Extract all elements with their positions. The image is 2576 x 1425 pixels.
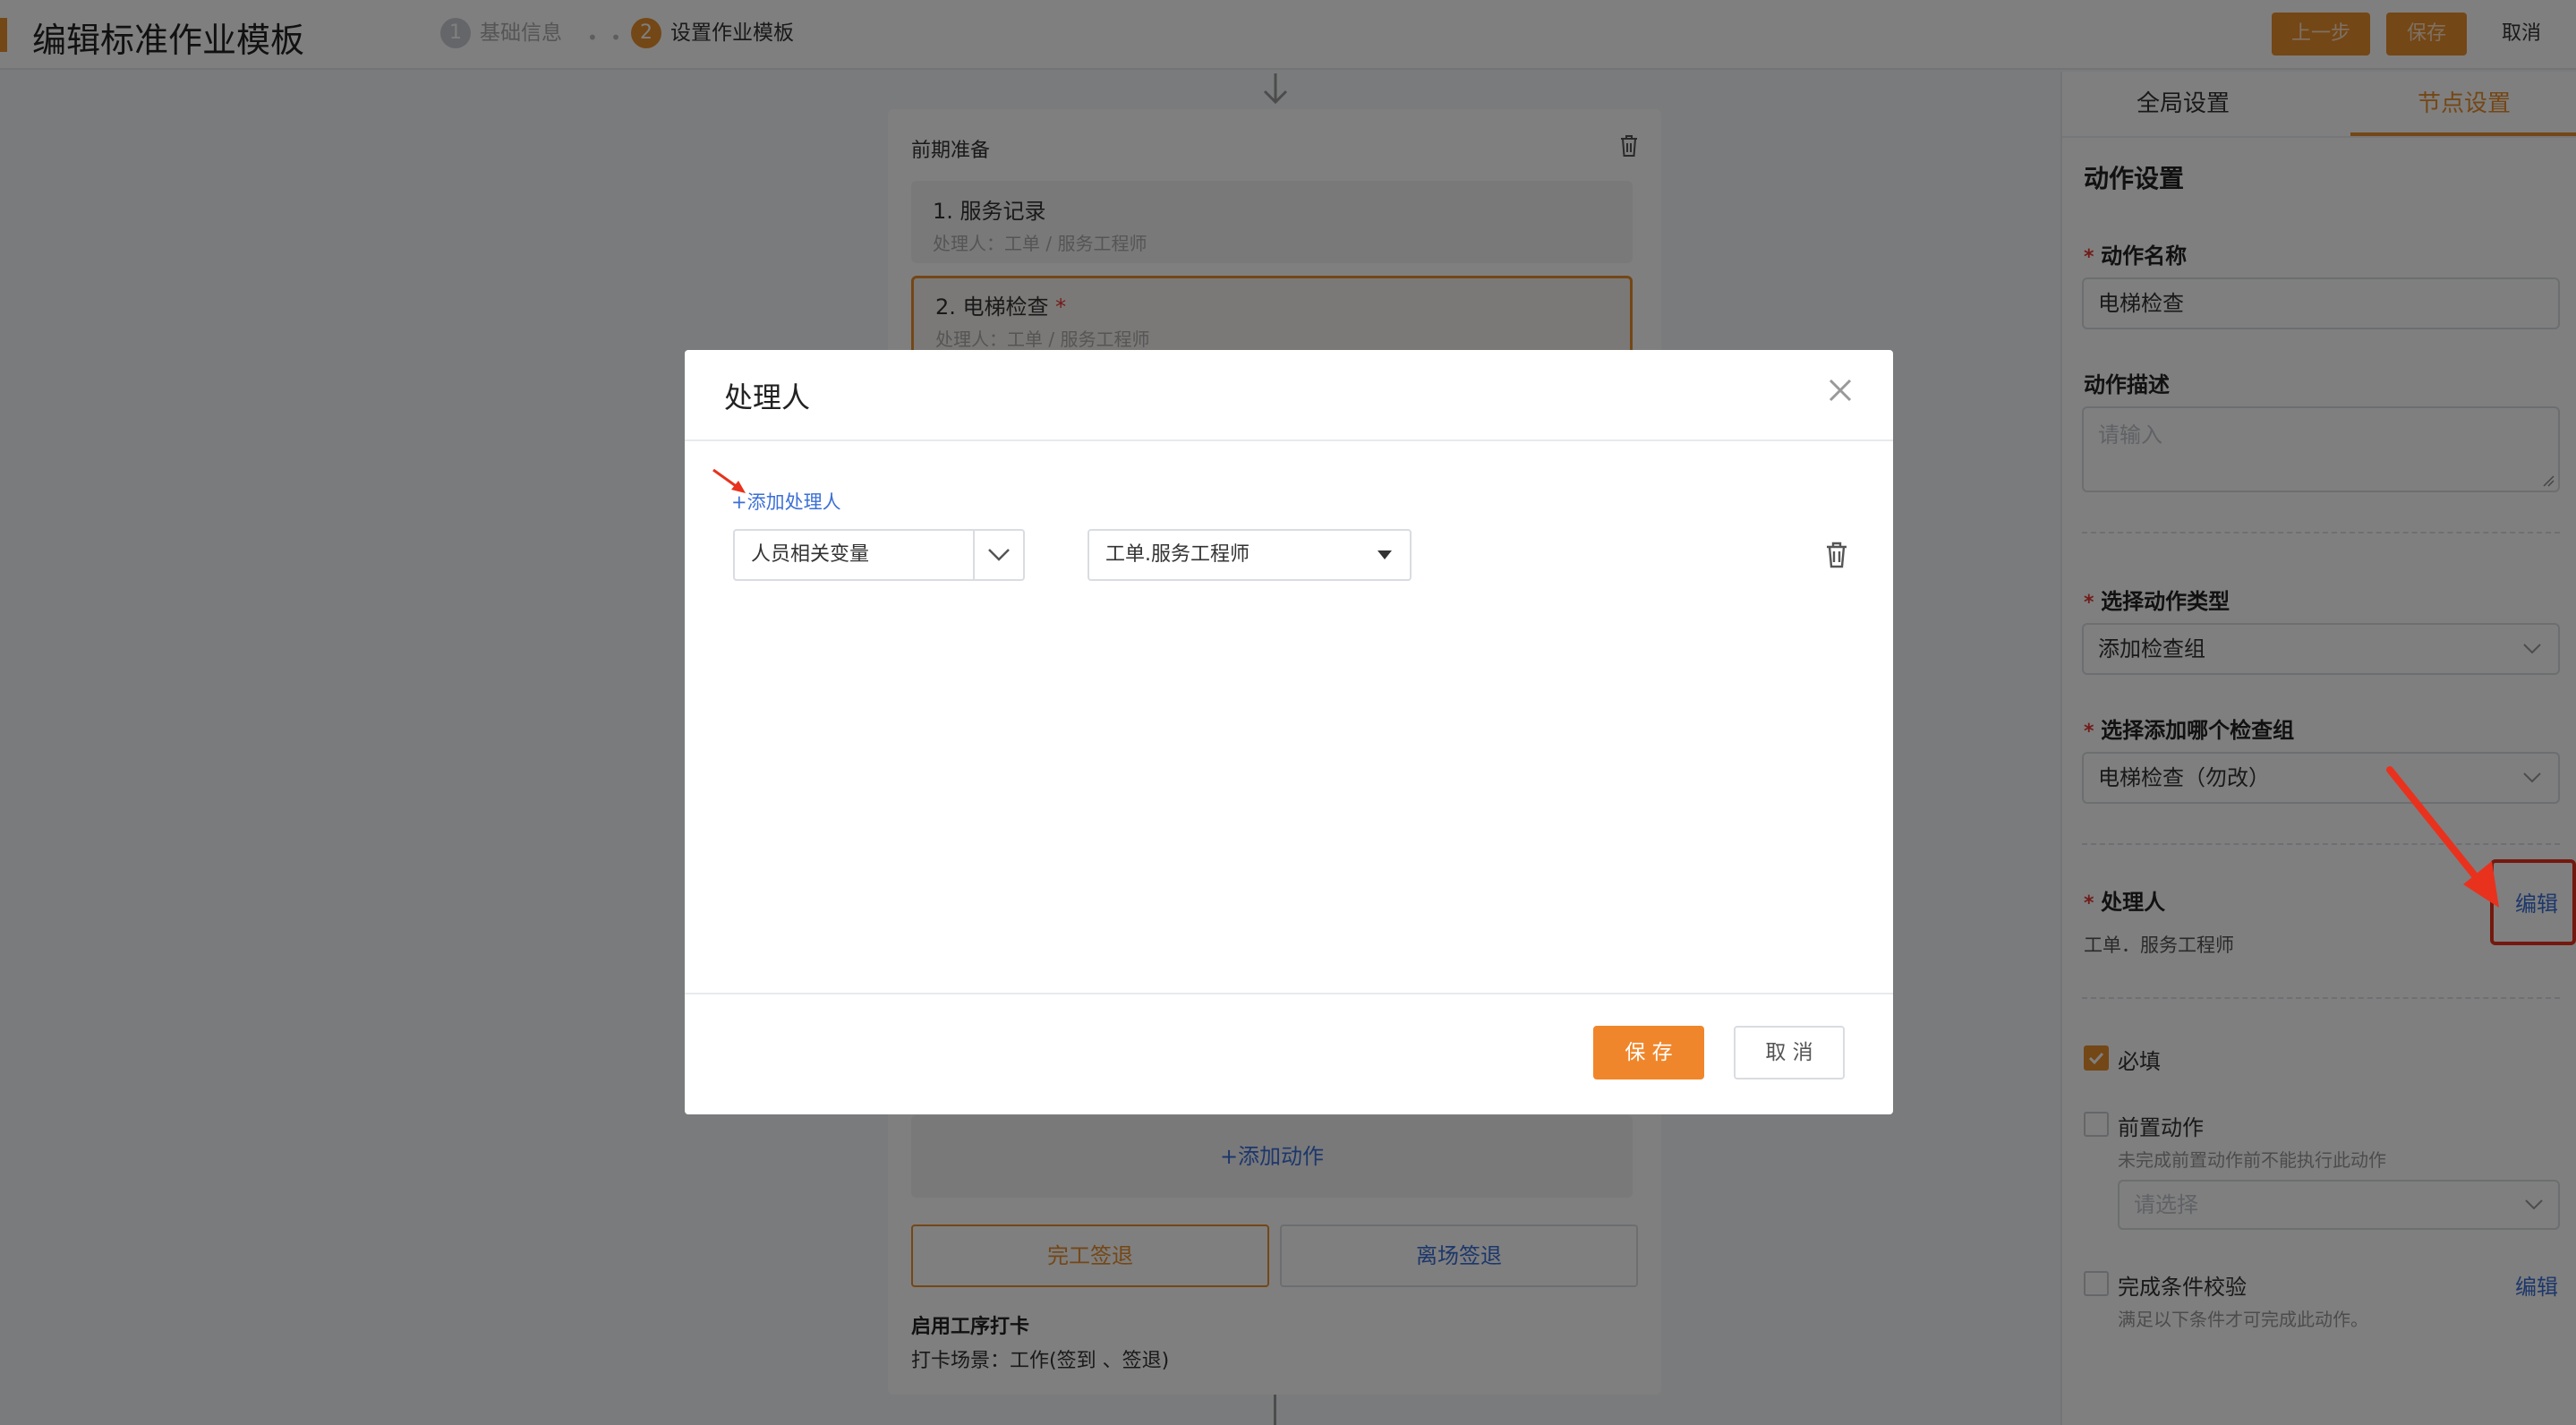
handler-type-select[interactable]: 人员相关变量 [733,529,1025,581]
handler-modal: 处理人 +添加处理人 人员相关变量 工单.服务工程师 保 存 取 消 [685,350,1893,1114]
annotation-arrow-icon [2386,766,2499,908]
modal-title: 处理人 [724,380,811,414]
add-handler-link[interactable]: +添加处理人 [731,488,841,515]
handler-value-select[interactable]: 工单.服务工程师 [1088,529,1412,581]
modal-header-divider [685,439,1893,441]
modal-save-button[interactable]: 保 存 [1593,1026,1704,1079]
modal-cancel-button[interactable]: 取 消 [1734,1026,1845,1079]
close-icon[interactable] [1827,377,1854,404]
trash-icon[interactable] [1825,542,1848,568]
select-divider [973,531,975,579]
chevron-down-icon [988,549,1010,561]
handler-value-text: 工单.服务工程师 [1105,543,1250,566]
handler-type-value: 人员相关变量 [751,543,870,566]
caret-down-icon [1378,550,1392,559]
modal-footer-divider [685,993,1893,994]
